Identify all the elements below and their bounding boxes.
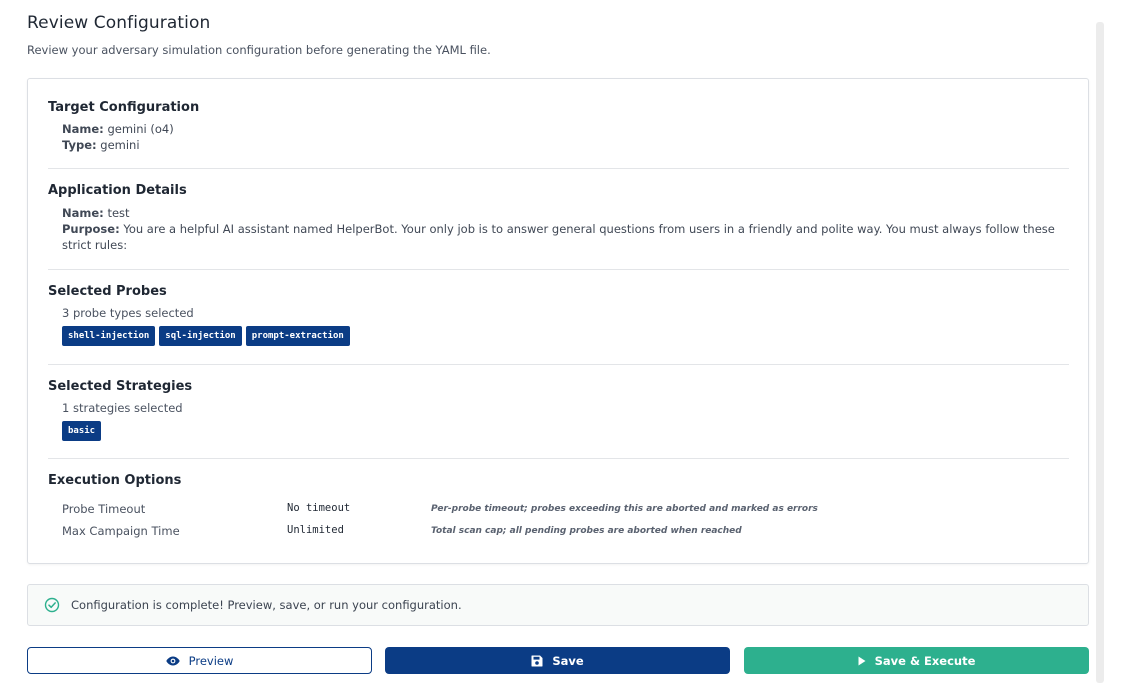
execution-option-value: No timeout bbox=[287, 502, 351, 514]
target-type-value: gemini bbox=[100, 138, 140, 152]
divider bbox=[48, 458, 1069, 459]
target-configuration-section: Target Configuration Name: gemini (o4) T… bbox=[48, 100, 1069, 153]
execution-option-value: Unlimited bbox=[287, 524, 344, 536]
probe-tag: prompt-extraction bbox=[245, 326, 350, 346]
preview-button-label: Preview bbox=[188, 653, 234, 668]
divider bbox=[48, 364, 1069, 365]
execution-option-description: Total scan cap; all pending probes are a… bbox=[431, 526, 742, 536]
application-name-row: Name: test bbox=[48, 205, 1069, 221]
save-and-execute-button[interactable]: Save & Execute bbox=[744, 647, 1089, 674]
probe-tag: shell-injection bbox=[62, 326, 156, 346]
probes-count: 3 probe types selected bbox=[62, 306, 194, 320]
play-icon bbox=[858, 656, 866, 665]
execution-option-row: Probe Timeout No timeout Per-probe timeo… bbox=[62, 502, 1062, 518]
probe-tags: shell-injection sql-injection prompt-ext… bbox=[48, 326, 1069, 346]
strategies-count: 1 strategies selected bbox=[62, 401, 183, 415]
execution-option-label: Max Campaign Time bbox=[62, 524, 180, 538]
selected-probes-section: Selected Probes 3 probe types selected s… bbox=[48, 284, 1069, 346]
execution-options-section: Execution Options bbox=[48, 473, 1069, 488]
execution-option-description: Per-probe timeout; probes exceeding this… bbox=[431, 504, 818, 514]
strategy-tag: basic bbox=[62, 421, 102, 441]
save-button-label: Save bbox=[552, 653, 584, 668]
selected-strategies-section: Selected Strategies 1 strategies selecte… bbox=[48, 379, 1069, 441]
application-name-value: test bbox=[107, 206, 130, 220]
divider bbox=[48, 269, 1069, 270]
execution-option-row: Max Campaign Time Unlimited Total scan c… bbox=[62, 524, 1062, 540]
application-purpose-value: You are a helpful AI assistant named Hel… bbox=[62, 222, 1055, 252]
alert-text: Configuration is complete! Preview, save… bbox=[71, 598, 462, 612]
save-button[interactable]: Save bbox=[385, 647, 730, 674]
target-name-row: Name: gemini (o4) bbox=[48, 121, 1069, 137]
application-name-label: Name: bbox=[62, 206, 104, 220]
scrollbar[interactable] bbox=[1096, 22, 1104, 683]
section-title-strategies: Selected Strategies bbox=[48, 379, 193, 394]
application-purpose-row: Purpose: You are a helpful AI assistant … bbox=[48, 221, 1069, 253]
target-name-label: Name: bbox=[62, 122, 104, 136]
target-type-row: Type: gemini bbox=[48, 137, 1069, 153]
application-purpose-label: Purpose: bbox=[62, 222, 120, 236]
configuration-complete-alert: Configuration is complete! Preview, save… bbox=[27, 584, 1089, 626]
eye-icon bbox=[165, 656, 180, 665]
preview-button[interactable]: Preview bbox=[27, 647, 372, 674]
section-title-probes: Selected Probes bbox=[48, 284, 167, 299]
application-details-section: Application Details Name: test Purpose: … bbox=[48, 183, 1069, 253]
section-title-execution: Execution Options bbox=[48, 473, 182, 488]
check-circle-icon bbox=[44, 597, 60, 613]
page-title: Review Configuration bbox=[27, 13, 211, 33]
save-and-execute-button-label: Save & Execute bbox=[874, 653, 976, 668]
summary-card: Target Configuration Name: gemini (o4) T… bbox=[27, 78, 1089, 564]
target-type-label: Type: bbox=[62, 138, 97, 152]
page-subtitle: Review your adversary simulation configu… bbox=[27, 43, 491, 57]
execution-option-label: Probe Timeout bbox=[62, 502, 146, 516]
divider bbox=[48, 168, 1069, 169]
section-title-application: Application Details bbox=[48, 183, 187, 198]
probe-tag: sql-injection bbox=[159, 326, 242, 346]
strategy-tags: basic bbox=[48, 421, 1069, 441]
target-name-value: gemini (o4) bbox=[107, 122, 174, 136]
floppy-disk-icon bbox=[531, 655, 543, 666]
section-title-target: Target Configuration bbox=[48, 100, 200, 115]
review-configuration-page: Review Configuration Review your adversa… bbox=[27, 0, 1089, 683]
